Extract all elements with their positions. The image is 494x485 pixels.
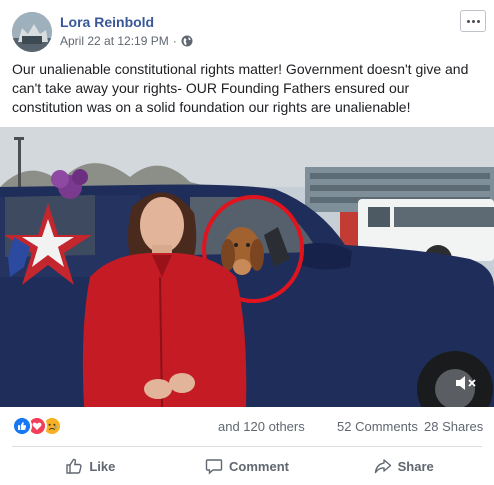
- reaction-count[interactable]: and 120 others: [218, 419, 305, 434]
- facebook-post: Lora Reinbold April 22 at 12:19 PM · Our…: [0, 0, 494, 485]
- share-button[interactable]: Share: [325, 451, 482, 481]
- post-video[interactable]: [0, 127, 494, 407]
- comment-label: Comment: [229, 458, 289, 474]
- action-bar: Like Comment Share: [12, 451, 482, 481]
- author-name[interactable]: Lora Reinbold: [60, 14, 154, 30]
- avatar-image: [12, 12, 52, 52]
- dot-icon: [476, 19, 480, 23]
- post-header: Lora Reinbold April 22 at 12:19 PM ·: [12, 10, 486, 54]
- like-button[interactable]: Like: [12, 451, 169, 481]
- meta-separator: ·: [172, 34, 177, 48]
- video-frame: [0, 127, 494, 407]
- post-timestamp[interactable]: April 22 at 12:19 PM: [60, 34, 169, 48]
- comments-count[interactable]: 52 Comments: [337, 419, 418, 434]
- dot-icon: [471, 19, 475, 23]
- like-label: Like: [89, 458, 116, 474]
- post-text: Our unalienable constitutional rights ma…: [12, 61, 469, 115]
- share-arrow-icon: [374, 459, 391, 474]
- mute-icon[interactable]: [454, 373, 480, 393]
- comment-icon: [205, 459, 223, 475]
- dot-icon: [466, 19, 470, 23]
- comment-button[interactable]: Comment: [169, 451, 326, 481]
- like-reaction-icon: [12, 416, 32, 436]
- post-stats: and 120 others 52 Comments 28 Shares: [12, 413, 484, 441]
- post-meta: April 22 at 12:19 PM ·: [60, 34, 193, 48]
- more-options-button[interactable]: [460, 10, 486, 32]
- divider: [12, 446, 482, 447]
- reaction-icons[interactable]: [12, 416, 68, 438]
- shares-count[interactable]: 28 Shares: [424, 419, 483, 434]
- avatar[interactable]: [12, 12, 52, 52]
- globe-icon[interactable]: [181, 35, 193, 47]
- share-label: Share: [397, 458, 434, 474]
- thumbs-up-icon: [66, 458, 82, 474]
